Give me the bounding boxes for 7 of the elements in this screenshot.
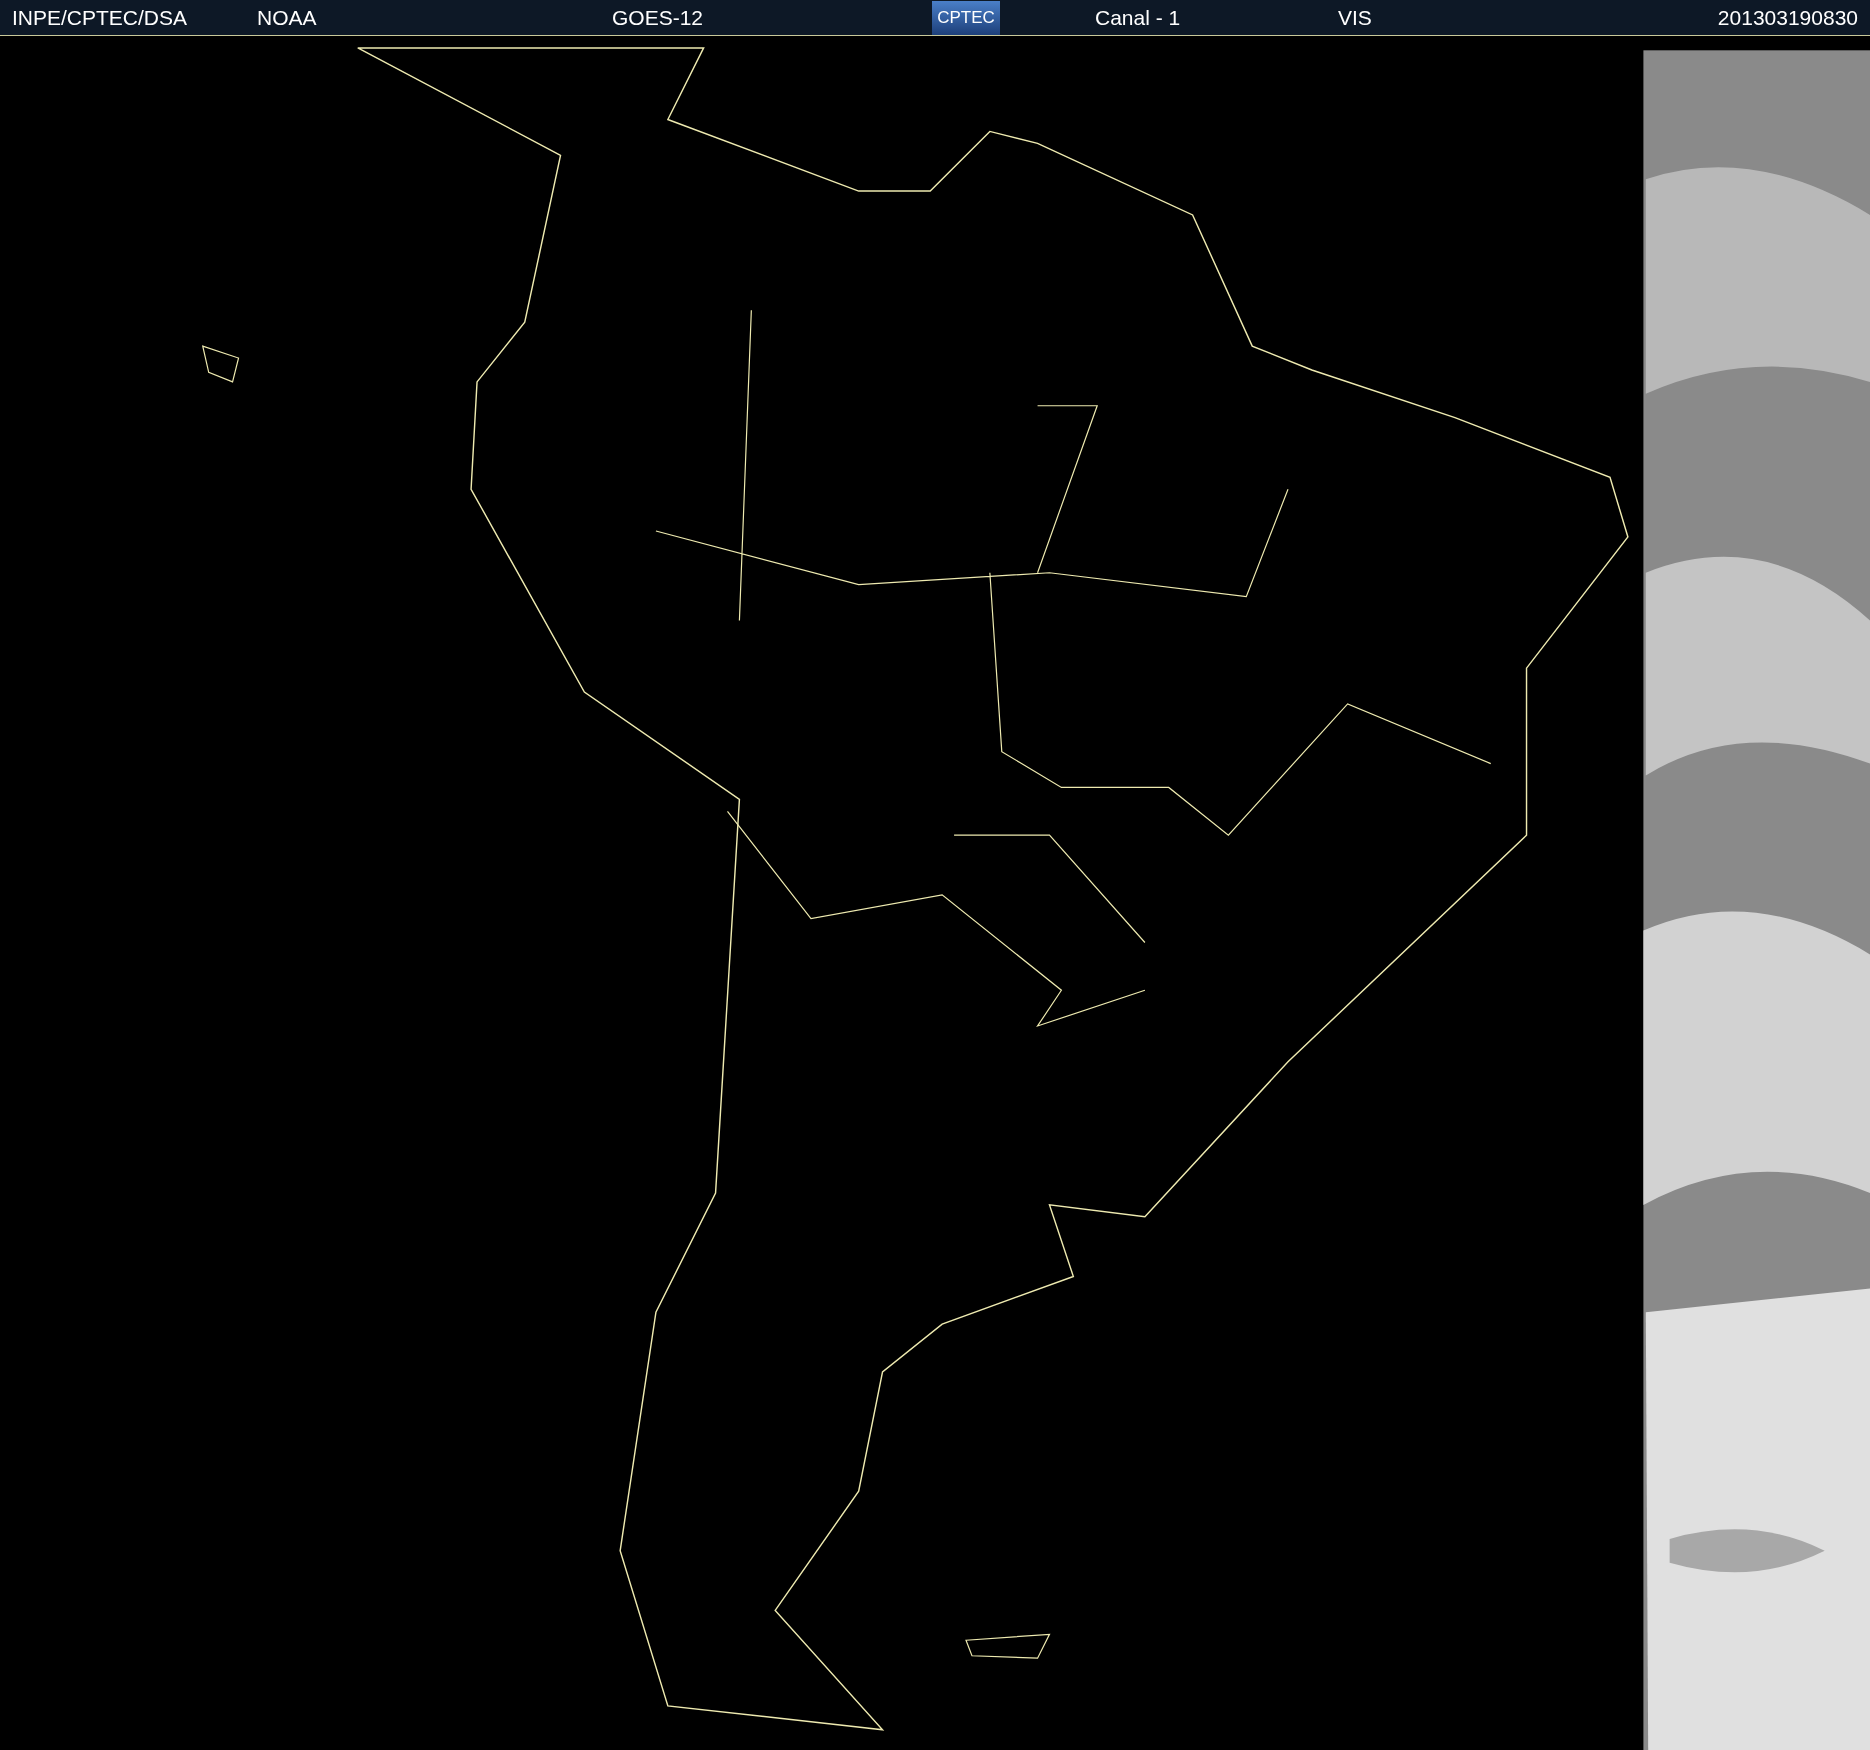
header-label: Canal - 1 bbox=[1095, 5, 1182, 30]
header-label: 201303190830 bbox=[1717, 5, 1858, 30]
header-label: VIS bbox=[1338, 5, 1373, 30]
header-label: NOAA bbox=[257, 5, 318, 30]
logo: CPTEC bbox=[932, 0, 1000, 35]
header-label: GOES-12 bbox=[612, 5, 705, 30]
header-label: INPE/CPTEC/DSA bbox=[12, 5, 189, 30]
